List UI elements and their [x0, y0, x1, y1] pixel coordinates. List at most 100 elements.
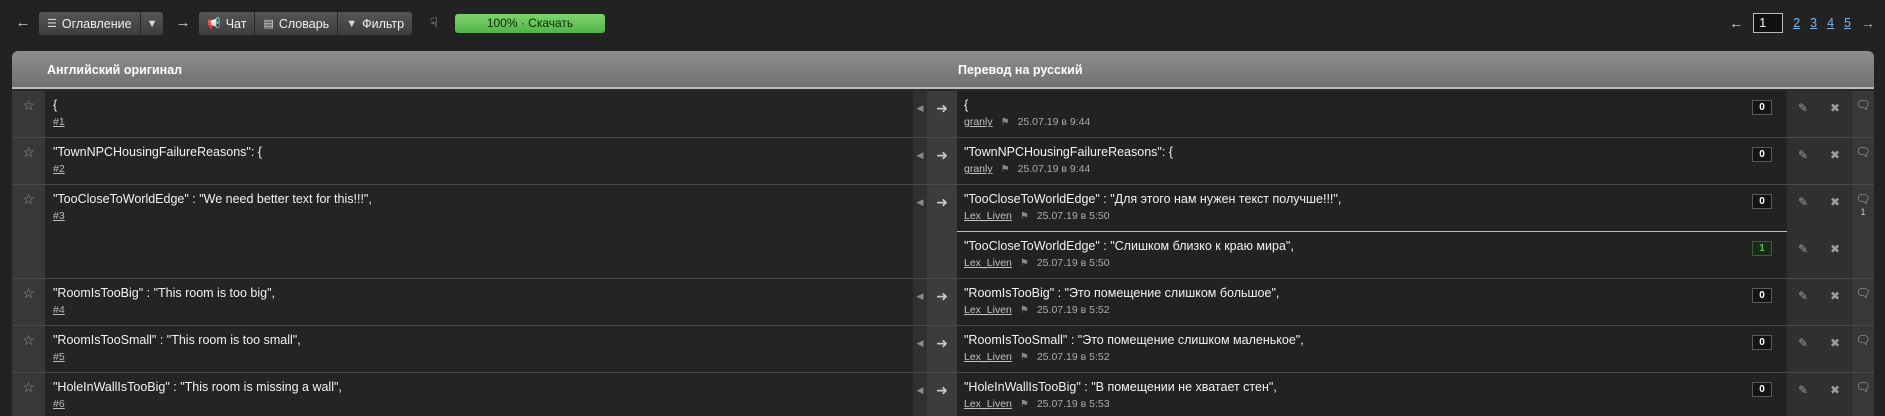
star-icon[interactable]: ☆	[12, 373, 45, 416]
download-progress-button[interactable]: 100% · Скачать	[455, 14, 605, 33]
edit-icon[interactable]: ✎	[1787, 101, 1819, 115]
vote-count[interactable]: 1	[1752, 241, 1772, 256]
vote-count[interactable]: 0	[1752, 335, 1772, 350]
progress-label: 100% · Скачать	[486, 16, 574, 30]
delete-icon[interactable]: ✖	[1819, 148, 1851, 162]
collapse-arrow-icon[interactable]: ◀	[913, 138, 927, 184]
vote-count[interactable]: 0	[1752, 194, 1772, 209]
caret-down-icon: ▼	[146, 17, 158, 30]
copy-source-arrow-icon[interactable]: ➜	[927, 91, 957, 137]
collapse-arrow-icon[interactable]: ◀	[913, 279, 927, 325]
page-input[interactable]: 1	[1753, 13, 1784, 33]
author-link[interactable]: Lex_Liven	[964, 304, 1012, 316]
edit-icon[interactable]: ✎	[1787, 148, 1819, 162]
author-link[interactable]: Lex_Liven	[964, 351, 1012, 363]
copy-source-arrow-icon[interactable]: ➜	[927, 138, 957, 184]
copy-source-arrow-icon[interactable]: ➜	[927, 373, 957, 416]
toc-dropdown-button[interactable]: ▼	[140, 12, 164, 35]
delete-icon[interactable]: ✖	[1819, 336, 1851, 350]
collapse-arrow-icon[interactable]: ◀	[913, 185, 927, 278]
vote-count[interactable]: 0	[1752, 288, 1772, 303]
comment-icon[interactable]: 🗨	[1855, 145, 1870, 159]
table-row: ☆ "RoomIsTooBig" : "This room is too big…	[12, 279, 1874, 326]
filter-icon: ▼	[346, 17, 358, 30]
translation-cell: "TooCloseToWorldEdge" : "Для этого нам н…	[957, 185, 1787, 278]
comment-icon[interactable]: 🗨	[1855, 192, 1870, 206]
vote-count[interactable]: 0	[1752, 382, 1772, 397]
row-number-link[interactable]: #4	[53, 304, 65, 316]
flag-icon[interactable]: ⚑	[1020, 399, 1029, 410]
translation-date: 25.07.19 в 5:52	[1036, 304, 1110, 316]
row-number-link[interactable]: #5	[53, 351, 65, 363]
page-link-2[interactable]: 2	[1793, 16, 1800, 30]
comment-column[interactable]: 🗨	[1852, 373, 1874, 416]
back-arrow-icon[interactable]: ←	[14, 14, 32, 32]
edit-icon[interactable]: ✎	[1787, 289, 1819, 303]
header-original: Английский оригинал	[47, 63, 183, 77]
comment-icon[interactable]: 🗨	[1855, 333, 1870, 347]
source-cell: "HoleInWallIsTooBig" : "This room is mis…	[45, 373, 913, 416]
copy-source-arrow-icon[interactable]: ➜	[927, 326, 957, 372]
edit-icon[interactable]: ✎	[1787, 383, 1819, 397]
prev-page-arrow-icon[interactable]: ←	[1729, 15, 1743, 31]
vote-count[interactable]: 0	[1752, 147, 1772, 162]
page-link-4[interactable]: 4	[1827, 16, 1834, 30]
comment-icon[interactable]: 🗨	[1855, 380, 1870, 394]
translation-item: "RoomIsTooSmall" : "Это помещение слишко…	[957, 326, 1787, 372]
thumbs-down-icon[interactable]: ☟	[425, 14, 443, 32]
copy-source-arrow-icon[interactable]: ➜	[927, 185, 957, 278]
flag-icon[interactable]: ⚑	[1020, 211, 1029, 222]
row-number-link[interactable]: #1	[53, 116, 65, 128]
delete-icon[interactable]: ✖	[1819, 195, 1851, 209]
author-link[interactable]: granly	[964, 163, 993, 175]
flag-icon[interactable]: ⚑	[1001, 117, 1010, 128]
vote-count[interactable]: 0	[1752, 100, 1772, 115]
author-link[interactable]: Lex_Liven	[964, 210, 1012, 222]
collapse-arrow-icon[interactable]: ◀	[913, 91, 927, 137]
author-link[interactable]: Lex_Liven	[964, 398, 1012, 410]
star-icon[interactable]: ☆	[12, 91, 45, 137]
next-page-arrow-icon[interactable]: →	[1861, 15, 1875, 31]
delete-icon[interactable]: ✖	[1819, 289, 1851, 303]
dictionary-button[interactable]: ▤ Словарь	[255, 12, 339, 35]
collapse-arrow-icon[interactable]: ◀	[913, 373, 927, 416]
comment-column[interactable]: 🗨	[1852, 279, 1874, 325]
translation-item: "HoleInWallIsTooBig" : "В помещении не х…	[957, 373, 1787, 416]
collapse-arrow-icon[interactable]: ◀	[913, 326, 927, 372]
comment-icon[interactable]: 🗨	[1855, 98, 1870, 112]
flag-icon[interactable]: ⚑	[1020, 305, 1029, 316]
row-number-link[interactable]: #3	[53, 210, 65, 222]
star-icon[interactable]: ☆	[12, 279, 45, 325]
toc-label: Оглавление	[61, 16, 132, 31]
edit-icon[interactable]: ✎	[1787, 336, 1819, 350]
forward-arrow-icon[interactable]: →	[174, 14, 192, 32]
row-number-link[interactable]: #6	[53, 398, 65, 410]
chat-button[interactable]: 📢 Чат	[199, 12, 256, 35]
comment-column[interactable]: 🗨	[1852, 138, 1874, 184]
edit-icon[interactable]: ✎	[1787, 242, 1819, 256]
comment-column[interactable]: 🗨 1	[1852, 185, 1874, 278]
author-link[interactable]: Lex_Liven	[964, 257, 1012, 269]
edit-icon[interactable]: ✎	[1787, 195, 1819, 209]
copy-source-arrow-icon[interactable]: ➜	[927, 279, 957, 325]
toc-button[interactable]: ☰ Оглавление	[39, 12, 141, 35]
delete-icon[interactable]: ✖	[1819, 242, 1851, 256]
page-link-5[interactable]: 5	[1844, 16, 1851, 30]
translation-meta: Lex_Liven ⚑ 25.07.19 в 5:50	[964, 257, 1110, 269]
table-row: ☆ "HoleInWallIsTooBig" : "This room is m…	[12, 373, 1874, 416]
row-number-link[interactable]: #2	[53, 163, 65, 175]
star-icon[interactable]: ☆	[12, 138, 45, 184]
delete-icon[interactable]: ✖	[1819, 101, 1851, 115]
comment-column[interactable]: 🗨	[1852, 326, 1874, 372]
comment-icon[interactable]: 🗨	[1855, 286, 1870, 300]
flag-icon[interactable]: ⚑	[1020, 258, 1029, 269]
author-link[interactable]: granly	[964, 116, 993, 128]
page-link-3[interactable]: 3	[1810, 16, 1817, 30]
filter-button[interactable]: ▼ Фильтр	[338, 12, 413, 35]
flag-icon[interactable]: ⚑	[1020, 352, 1029, 363]
delete-icon[interactable]: ✖	[1819, 383, 1851, 397]
comment-column[interactable]: 🗨	[1852, 91, 1874, 137]
star-icon[interactable]: ☆	[12, 326, 45, 372]
star-icon[interactable]: ☆	[12, 185, 45, 278]
flag-icon[interactable]: ⚑	[1001, 164, 1010, 175]
